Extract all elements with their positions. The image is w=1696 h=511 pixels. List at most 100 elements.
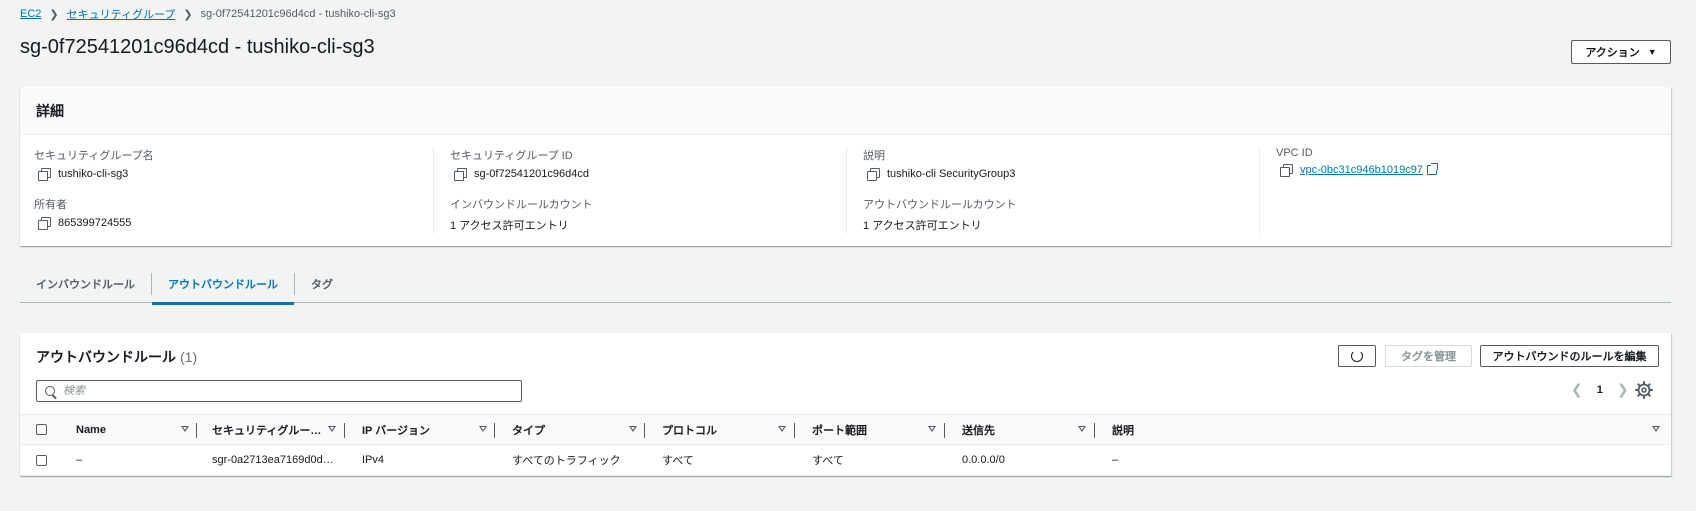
inbound-count-value: 1 アクセス許可エントリ — [450, 220, 569, 232]
current-page[interactable]: 1 — [1597, 384, 1603, 396]
column-header-ip-version[interactable]: IP バージョン — [362, 415, 430, 445]
pagination: ❮ 1 ❯ — [1571, 381, 1629, 398]
sg-name-value-row: tushiko-cli-sg3 — [34, 168, 154, 181]
column-resizer[interactable] — [344, 423, 345, 438]
owner-label: 所有者 — [34, 199, 67, 211]
column-divider — [846, 147, 847, 234]
cell-name: – — [76, 454, 83, 466]
column-header-destination[interactable]: 送信先 — [962, 415, 995, 445]
edit-outbound-rules-button[interactable]: アウトバウンドのルールを編集 — [1480, 345, 1659, 367]
sort-icon[interactable] — [928, 426, 936, 432]
outbound-count-value: 1 アクセス許可エントリ — [863, 220, 982, 232]
column-header-description[interactable]: 説明 — [1112, 415, 1134, 445]
row-checkbox[interactable] — [36, 455, 47, 466]
tab-outbound-rules[interactable]: アウトバウンドルール — [152, 265, 294, 305]
owner-value: 865399724555 — [58, 217, 132, 229]
cell-port-range: すべて — [812, 455, 844, 467]
column-header-sg-rule-id[interactable]: セキュリティグルー… — [212, 415, 321, 445]
actions-button-label: アクション — [1585, 47, 1640, 59]
sg-name-label: セキュリティグループ名 — [34, 150, 154, 162]
inbound-count-label: インバウンドルールカウント — [450, 199, 593, 211]
sg-id-label: セキュリティグループ ID — [450, 150, 573, 162]
cell-sg-rule-id: sgr-0a2713ea7169d0d… — [212, 454, 334, 466]
description-value-row: tushiko-cli SecurityGroup3 — [863, 168, 1016, 181]
sg-name-value: tushiko-cli-sg3 — [58, 168, 129, 180]
outbound-rules-count: (1) — [180, 349, 198, 365]
inbound-count-field: インバウンドルールカウント 1 アクセス許可エントリ — [450, 196, 593, 233]
description-label: 説明 — [863, 150, 885, 162]
refresh-button[interactable] — [1338, 345, 1376, 367]
previous-page-icon[interactable]: ❮ — [1571, 381, 1583, 398]
tab-bar: インバウンドルール アウトバウンドルール タグ — [20, 265, 1671, 305]
manage-tags-button[interactable]: タグを管理 — [1385, 345, 1472, 367]
sort-icon[interactable] — [778, 426, 786, 432]
page-title: sg-0f72541201c96d4cd - tushiko-cli-sg3 — [20, 36, 375, 58]
outbound-count-label: アウトバウンドルールカウント — [863, 199, 1017, 211]
copy-icon[interactable] — [38, 217, 51, 230]
column-header-protocol[interactable]: プロトコル — [662, 415, 717, 445]
gear-icon — [1635, 381, 1653, 399]
description-value: tushiko-cli SecurityGroup3 — [887, 168, 1016, 180]
copy-icon[interactable] — [867, 168, 880, 181]
column-resizer[interactable] — [1094, 423, 1095, 438]
description-field: 説明 tushiko-cli SecurityGroup3 — [863, 147, 1016, 181]
chevron-right-icon: ❯ — [49, 8, 59, 21]
copy-icon[interactable] — [38, 168, 51, 181]
sort-icon[interactable] — [181, 426, 189, 432]
chevron-right-icon: ❯ — [183, 8, 193, 21]
column-divider — [433, 147, 434, 234]
breadcrumb-current: sg-0f72541201c96d4cd - tushiko-cli-sg3 — [200, 8, 396, 20]
tab-tags[interactable]: タグ — [295, 265, 349, 303]
owner-field: 所有者 865399724555 — [34, 196, 132, 230]
outbound-rules-panel: アウトバウンドルール(1) タグを管理 アウトバウンドのルールを編集 ❮ 1 ❯… — [20, 333, 1671, 476]
column-divider — [1259, 147, 1260, 234]
vpc-id-link[interactable]: vpc-0bc31c946b1019c97 — [1300, 164, 1423, 176]
table-row[interactable]: – sgr-0a2713ea7169d0d… IPv4 すべてのトラフィック す… — [20, 445, 1671, 476]
select-all-checkbox[interactable] — [36, 424, 47, 435]
column-header-name[interactable]: Name — [76, 415, 106, 445]
sort-icon[interactable] — [1652, 426, 1660, 432]
details-panel: 詳細 セキュリティグループ名 tushiko-cli-sg3 所有者 86539… — [20, 87, 1671, 246]
vpc-id-value-row: vpc-0bc31c946b1019c97 — [1276, 163, 1438, 177]
outbound-count-field: アウトバウンドルールカウント 1 アクセス許可エントリ — [863, 196, 1017, 233]
column-resizer[interactable] — [794, 423, 795, 438]
breadcrumb-ec2-link[interactable]: EC2 — [20, 8, 41, 20]
outbound-rules-heading: アウトバウンドルール (1) — [36, 347, 197, 367]
vpc-id-label: VPC ID — [1276, 147, 1313, 159]
sg-name-field: セキュリティグループ名 tushiko-cli-sg3 — [34, 147, 154, 181]
next-page-icon[interactable]: ❯ — [1617, 381, 1629, 398]
breadcrumb-security-groups-link[interactable]: セキュリティグループ — [67, 6, 176, 22]
search-box — [36, 380, 522, 402]
outbound-rules-title: アウトバウンドルール — [36, 349, 176, 365]
column-resizer[interactable] — [644, 423, 645, 438]
search-input[interactable] — [63, 385, 503, 397]
actions-button[interactable]: アクション ▼ — [1571, 40, 1671, 64]
sort-icon[interactable] — [328, 426, 336, 432]
cell-ip-version: IPv4 — [362, 454, 385, 466]
column-header-type[interactable]: タイプ — [512, 415, 545, 445]
refresh-icon — [1351, 350, 1363, 362]
cell-description: – — [1112, 454, 1119, 466]
column-resizer[interactable] — [196, 423, 197, 438]
sort-icon[interactable] — [629, 426, 637, 432]
copy-icon[interactable] — [1280, 164, 1293, 177]
breadcrumb: EC2 ❯ セキュリティグループ ❯ sg-0f72541201c96d4cd … — [20, 6, 396, 22]
table-header: Name セキュリティグルー… IP バージョン タイプ プロトコル ポート範囲… — [20, 414, 1671, 445]
sort-icon[interactable] — [1078, 426, 1086, 432]
sort-icon[interactable] — [479, 426, 487, 432]
search-icon — [45, 386, 55, 396]
sg-id-value-row: sg-0f72541201c96d4cd — [450, 168, 589, 181]
sg-id-value: sg-0f72541201c96d4cd — [474, 168, 589, 180]
tab-inbound-rules[interactable]: インバウンドルール — [20, 265, 151, 303]
owner-value-row: 865399724555 — [34, 217, 132, 230]
cell-type: すべてのトラフィック — [512, 455, 621, 467]
column-resizer[interactable] — [944, 423, 945, 438]
column-resizer[interactable] — [494, 423, 495, 438]
settings-button[interactable] — [1634, 380, 1654, 400]
cell-destination: 0.0.0.0/0 — [962, 454, 1005, 466]
sg-id-field: セキュリティグループ ID sg-0f72541201c96d4cd — [450, 147, 589, 181]
cell-protocol: すべて — [662, 455, 694, 467]
column-header-port-range[interactable]: ポート範囲 — [812, 415, 867, 445]
copy-icon[interactable] — [454, 168, 467, 181]
details-grid: セキュリティグループ名 tushiko-cli-sg3 所有者 86539972… — [20, 135, 1671, 246]
